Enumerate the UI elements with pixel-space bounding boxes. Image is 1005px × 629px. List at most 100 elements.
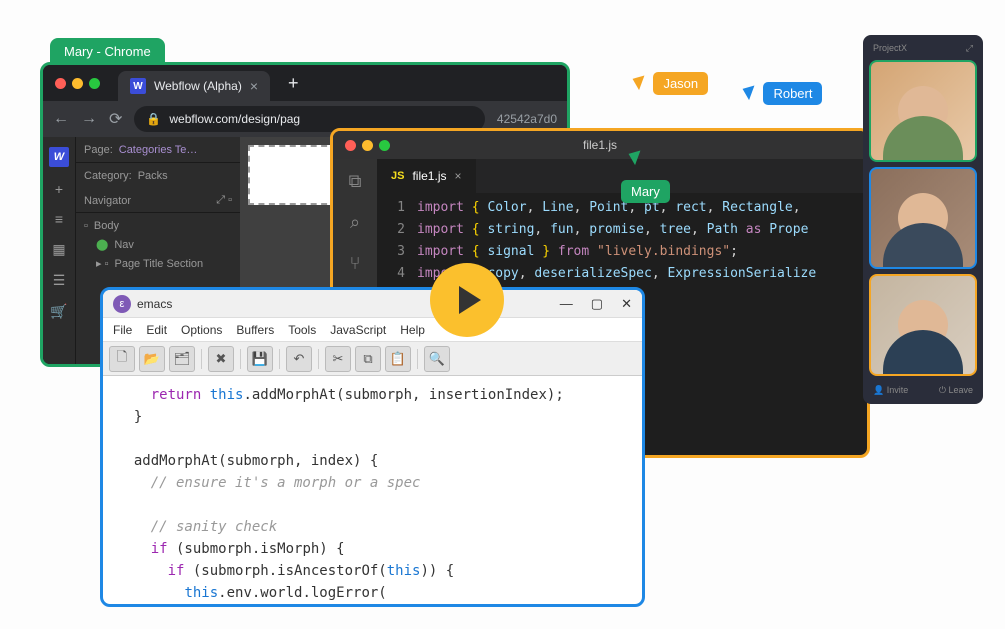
tab-title: Webflow (Alpha) bbox=[154, 79, 242, 93]
vscode-titlebar: file1.js bbox=[333, 131, 867, 159]
traffic-lights bbox=[55, 78, 100, 89]
emacs-window: ε emacs — ▢ ✕ File Edit Options Buffers … bbox=[100, 287, 645, 607]
video-tile-robert[interactable] bbox=[869, 167, 977, 269]
menu-options[interactable]: Options bbox=[181, 323, 222, 337]
lock-icon: 🔒 bbox=[146, 112, 161, 126]
back-icon[interactable]: ← bbox=[53, 110, 69, 128]
webflow-favicon-icon: W bbox=[130, 78, 146, 94]
emacs-editor[interactable]: return this.addMorphAt(submorph, inserti… bbox=[103, 376, 642, 607]
explorer-icon[interactable]: ⧉ bbox=[349, 171, 362, 192]
webflow-logo-icon[interactable]: W bbox=[49, 147, 69, 167]
add-icon[interactable]: + bbox=[55, 181, 63, 197]
close-icon[interactable] bbox=[345, 140, 356, 151]
cursor-label: Mary bbox=[621, 180, 670, 203]
webflow-category: Category: Packs bbox=[76, 163, 240, 189]
traffic-lights bbox=[345, 140, 390, 151]
close-file-icon[interactable]: ✖ bbox=[208, 346, 234, 372]
minimize-icon[interactable] bbox=[362, 140, 373, 151]
search-icon[interactable]: 🔍 bbox=[424, 346, 450, 372]
avatar bbox=[898, 86, 948, 136]
js-icon: JS bbox=[391, 170, 404, 182]
cursor-icon bbox=[633, 73, 650, 90]
expand-icon[interactable]: ⤢ bbox=[966, 43, 973, 54]
cursor-mary: Mary bbox=[631, 150, 670, 203]
url-hash: 42542a7d0 bbox=[497, 112, 557, 126]
tree-item-body[interactable]: ▫ Body bbox=[76, 217, 240, 235]
avatar bbox=[898, 300, 948, 350]
webflow-breadcrumb: Page: Categories Te… bbox=[76, 137, 240, 163]
forward-icon[interactable]: → bbox=[81, 110, 97, 128]
invite-button[interactable]: 👤 Invite bbox=[873, 385, 908, 396]
cart-icon[interactable]: 🛒 bbox=[50, 303, 67, 320]
cursor-icon bbox=[629, 148, 646, 165]
browser-tab[interactable]: W Webflow (Alpha) × bbox=[118, 71, 270, 101]
page-value[interactable]: Categories Te… bbox=[119, 144, 198, 156]
navigator-header: Navigator ⤢ ▫ bbox=[76, 189, 240, 213]
database-icon[interactable]: ☰ bbox=[53, 272, 66, 289]
paste-icon[interactable]: 📋 bbox=[385, 346, 411, 372]
cursor-label: Robert bbox=[763, 82, 822, 105]
maximize-icon[interactable] bbox=[379, 140, 390, 151]
tool-bar: 🗋 📂 🗂 ✖ 💾 ↶ ✂ ⧉ 📋 🔍 bbox=[103, 342, 642, 376]
minimize-icon[interactable]: — bbox=[560, 296, 573, 312]
video-header: ProjectX ⤢ bbox=[869, 41, 977, 60]
video-tile-jason[interactable] bbox=[869, 274, 977, 376]
settings-icon[interactable]: ▦ bbox=[52, 241, 65, 258]
open-icon[interactable]: 📂 bbox=[139, 346, 165, 372]
layers-icon[interactable]: ≡ bbox=[55, 211, 63, 227]
save-icon[interactable]: 💾 bbox=[247, 346, 273, 372]
avatar bbox=[898, 193, 948, 243]
cut-icon[interactable]: ✂ bbox=[325, 346, 351, 372]
menu-javascript[interactable]: JavaScript bbox=[330, 323, 386, 337]
reload-icon[interactable]: ⟳ bbox=[109, 109, 122, 129]
window-title: file1.js bbox=[583, 138, 617, 152]
source-control-icon[interactable]: ⑂ bbox=[350, 253, 361, 274]
tree-item-nav[interactable]: ⬤ Nav bbox=[76, 235, 240, 254]
menu-edit[interactable]: Edit bbox=[146, 323, 167, 337]
close-icon[interactable] bbox=[55, 78, 66, 89]
folder-icon[interactable]: 🗂 bbox=[169, 346, 195, 372]
cursor-jason: Jason bbox=[635, 72, 708, 95]
page-label: Page: bbox=[84, 144, 113, 156]
new-file-icon[interactable]: 🗋 bbox=[109, 346, 135, 372]
cursor-icon bbox=[743, 83, 760, 100]
maximize-icon[interactable]: ▢ bbox=[591, 296, 603, 312]
minimize-icon[interactable] bbox=[72, 78, 83, 89]
new-tab-button[interactable]: + bbox=[288, 73, 299, 94]
url-text: webflow.com/design/pag bbox=[169, 112, 300, 126]
emacs-logo-icon: ε bbox=[113, 295, 131, 313]
window-tab-mary: Mary - Chrome bbox=[50, 38, 165, 65]
video-panel: ProjectX ⤢ 👤 Invite ⏻ Leave bbox=[863, 35, 983, 404]
play-icon bbox=[459, 286, 481, 314]
webflow-sidebar: W + ≡ ▦ ☰ 🛒 bbox=[43, 137, 75, 364]
chrome-tabbar: W Webflow (Alpha) × + bbox=[43, 65, 567, 101]
editor-tab-file1[interactable]: JS file1.js × bbox=[377, 159, 476, 193]
leave-button[interactable]: ⏻ Leave bbox=[939, 385, 973, 396]
category-label: Category: bbox=[84, 170, 132, 182]
collapse-icon[interactable]: ⤢ ▫ bbox=[216, 194, 232, 207]
video-tile-mary[interactable] bbox=[869, 60, 977, 162]
category-value: Packs bbox=[138, 170, 168, 182]
tab-label: file1.js bbox=[412, 169, 446, 183]
emacs-titlebar: ε emacs — ▢ ✕ bbox=[103, 290, 642, 318]
video-footer: 👤 Invite ⏻ Leave bbox=[869, 381, 977, 398]
tab-close-icon[interactable]: × bbox=[250, 78, 258, 94]
navigator-label: Navigator bbox=[84, 195, 131, 207]
menu-bar: File Edit Options Buffers Tools JavaScri… bbox=[103, 318, 642, 342]
cursor-robert: Robert bbox=[745, 82, 822, 105]
play-button[interactable] bbox=[430, 263, 504, 337]
tree-item-page-title[interactable]: ▸ ▫ Page Title Section bbox=[76, 254, 240, 273]
menu-tools[interactable]: Tools bbox=[288, 323, 316, 337]
menu-buffers[interactable]: Buffers bbox=[236, 323, 274, 337]
undo-icon[interactable]: ↶ bbox=[286, 346, 312, 372]
copy-icon[interactable]: ⧉ bbox=[355, 346, 381, 372]
search-icon[interactable]: ⌕ bbox=[350, 212, 360, 233]
maximize-icon[interactable] bbox=[89, 78, 100, 89]
menu-file[interactable]: File bbox=[113, 323, 132, 337]
cursor-label: Jason bbox=[653, 72, 708, 95]
tab-close-icon[interactable]: × bbox=[454, 169, 461, 183]
project-name: ProjectX bbox=[873, 43, 907, 54]
close-icon[interactable]: ✕ bbox=[621, 296, 632, 312]
element-tree: ▫ Body ⬤ Nav ▸ ▫ Page Title Section bbox=[76, 213, 240, 277]
menu-help[interactable]: Help bbox=[400, 323, 425, 337]
